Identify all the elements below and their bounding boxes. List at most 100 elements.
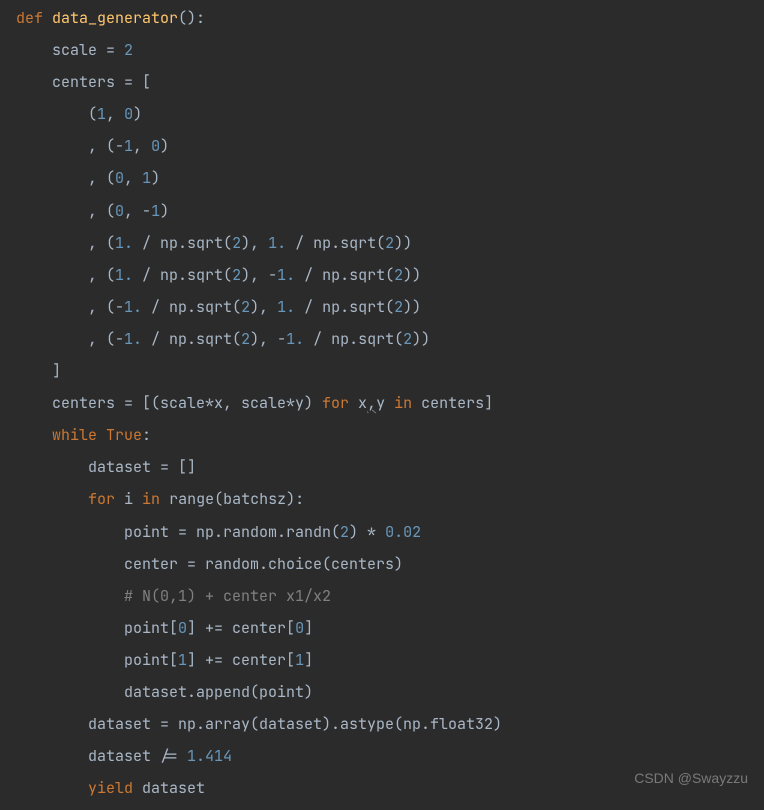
code-line[interactable]: scale = 2 <box>0 34 764 66</box>
number: 0 <box>178 618 187 638</box>
code-text: point[ <box>124 650 178 670</box>
code-text: ( <box>88 104 97 124</box>
number: 1. <box>124 297 142 317</box>
parens: (): <box>178 8 205 28</box>
code-text: point = np.random.randn( <box>124 522 340 542</box>
code-text: i <box>115 489 142 509</box>
code-text: dataset <box>133 778 205 798</box>
function-name: data_generator <box>52 8 178 28</box>
code-line[interactable]: center = random.choice(centers) <box>0 548 764 580</box>
code-text: ] <box>304 618 313 638</box>
code-line[interactable]: ] <box>0 355 764 387</box>
code-line[interactable]: while True: <box>0 419 764 451</box>
number: 0 <box>115 201 124 221</box>
code-text: ] += center[ <box>187 618 295 638</box>
code-line[interactable]: , (1. / np.sqrt(2), -1. / np.sqrt(2)) <box>0 259 764 291</box>
number: 2 <box>340 522 349 542</box>
code-text: )) <box>403 297 421 317</box>
code-line[interactable]: , (-1, 0) <box>0 130 764 162</box>
code-text: y <box>376 393 394 413</box>
number: 1. <box>277 265 295 285</box>
code-text: ) <box>160 201 169 221</box>
code-text: dataset.append(point) <box>124 682 313 702</box>
code-text: ] <box>52 361 61 381</box>
code-line[interactable]: , (-1. / np.sqrt(2), 1. / np.sqrt(2)) <box>0 291 764 323</box>
code-text: scale = <box>52 40 124 60</box>
code-text: / np.sqrt( <box>304 329 403 349</box>
code-text: ] += center[ <box>187 650 295 670</box>
number: 2 <box>241 329 250 349</box>
code-line[interactable]: , (1. / np.sqrt(2), 1. / np.sqrt(2)) <box>0 227 764 259</box>
code-text: ) <box>133 104 142 124</box>
code-text: range(batchsz): <box>160 489 304 509</box>
code-text: ) * <box>349 522 385 542</box>
number: 2 <box>394 265 403 285</box>
code-line[interactable]: dataset = [] <box>0 451 764 483</box>
code-line[interactable]: (1, 0) <box>0 98 764 130</box>
keyword-for: for <box>322 393 349 413</box>
number: 1 <box>97 104 106 124</box>
code-text: / np.sqrt( <box>286 233 385 253</box>
code-text: ) <box>151 168 160 188</box>
code-line[interactable]: point[1] += center[1] <box>0 644 764 676</box>
keyword-in: in <box>394 393 412 413</box>
keyword-for: for <box>88 489 115 509</box>
code-line[interactable]: , (0, 1) <box>0 162 764 194</box>
code-text: / np.sqrt( <box>295 265 394 285</box>
number: 1 <box>124 136 133 156</box>
code-text: , <box>133 136 151 156</box>
number: 1 <box>178 650 187 670</box>
watermark: CSDN @Swayzzu <box>634 764 748 794</box>
code-text: dataset /= <box>88 746 187 766</box>
number: 2 <box>232 265 241 285</box>
code-text: centers = [(scale*x, scale*y) <box>52 393 322 413</box>
code-text: )) <box>403 265 421 285</box>
number: 2 <box>241 297 250 317</box>
keyword-while: while <box>52 425 97 445</box>
number: 2 <box>394 297 403 317</box>
number: 1. <box>124 329 142 349</box>
code-text: point[ <box>124 618 178 638</box>
code-text: ) <box>160 136 169 156</box>
code-text: center = random.choice(centers) <box>124 554 403 574</box>
comment: # N(0,1) + center x1/x2 <box>124 586 331 606</box>
code-line[interactable]: def data_generator(): <box>0 2 764 34</box>
number: 2 <box>232 233 241 253</box>
number: 1. <box>277 297 295 317</box>
keyword-def: def <box>16 8 43 28</box>
code-text: , (- <box>88 329 124 349</box>
code-line[interactable]: point[0] += center[0] <box>0 612 764 644</box>
code-line[interactable]: for i in range(batchsz): <box>0 483 764 515</box>
number: 1. <box>286 329 304 349</box>
code-text: ), <box>250 297 277 317</box>
code-line[interactable]: dataset = np.array(dataset).astype(np.fl… <box>0 708 764 740</box>
keyword-yield: yield <box>88 778 133 798</box>
code-line[interactable]: dataset.append(point) <box>0 676 764 708</box>
code-line[interactable]: centers = [ <box>0 66 764 98</box>
number: 0 <box>115 168 124 188</box>
code-text: , (- <box>88 136 124 156</box>
number: 1 <box>295 650 304 670</box>
number: 0.02 <box>385 522 421 542</box>
code-line[interactable]: centers = [(scale*x, scale*y) for x,y in… <box>0 387 764 419</box>
code-line[interactable]: , (0, -1) <box>0 195 764 227</box>
number: 0 <box>151 136 160 156</box>
number: 2 <box>385 233 394 253</box>
code-text: , - <box>124 201 151 221</box>
code-line[interactable]: , (-1. / np.sqrt(2), -1. / np.sqrt(2)) <box>0 323 764 355</box>
code-text: x <box>349 393 367 413</box>
code-text: , <box>124 168 142 188</box>
code-text: / np.sqrt( <box>133 233 232 253</box>
code-text: , ( <box>88 265 115 285</box>
number: 1 <box>151 201 160 221</box>
code-text: , ( <box>88 201 115 221</box>
code-line[interactable]: point = np.random.randn(2) * 0.02 <box>0 516 764 548</box>
number: 2 <box>403 329 412 349</box>
code-text: , ( <box>88 168 115 188</box>
code-text: : <box>142 425 151 445</box>
code-line[interactable]: # N(0,1) + center x1/x2 <box>0 580 764 612</box>
number: 1 <box>142 168 151 188</box>
code-text: dataset = np.array(dataset).astype(np.fl… <box>88 714 502 734</box>
number: 1. <box>115 233 133 253</box>
code-text: / np.sqrt( <box>133 265 232 285</box>
